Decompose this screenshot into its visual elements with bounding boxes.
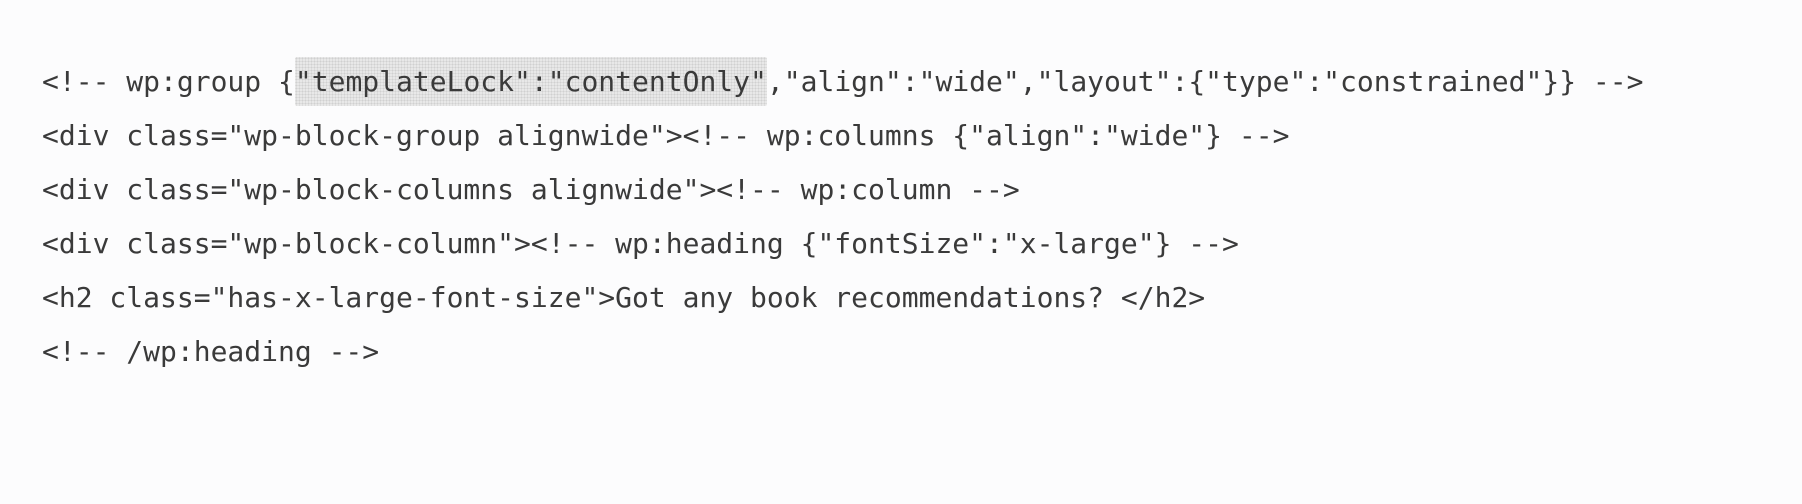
code-text-before-highlight: <!-- wp:group { bbox=[42, 65, 295, 98]
code-line-4: <div class="wp-block-column"><!-- wp:hea… bbox=[42, 227, 1239, 260]
code-line-5: <h2 class="has-x-large-font-size">Got an… bbox=[42, 281, 1206, 314]
code-line-3: <div class="wp-block-columns alignwide">… bbox=[42, 173, 1020, 206]
code-line-2: <div class="wp-block-group alignwide"><!… bbox=[42, 119, 1290, 152]
highlighted-selection[interactable]: "templateLock":"contentOnly" bbox=[294, 57, 767, 106]
code-view: <!-- wp:group {"templateLock":"contentOn… bbox=[0, 0, 1802, 504]
code-line-6: <!-- /wp:heading --> bbox=[42, 335, 380, 368]
code-line-1: <!-- wp:group {"templateLock":"contentOn… bbox=[42, 55, 1802, 109]
code-text-after-highlight: ,"align":"wide","layout":{"type":"constr… bbox=[766, 65, 1644, 98]
